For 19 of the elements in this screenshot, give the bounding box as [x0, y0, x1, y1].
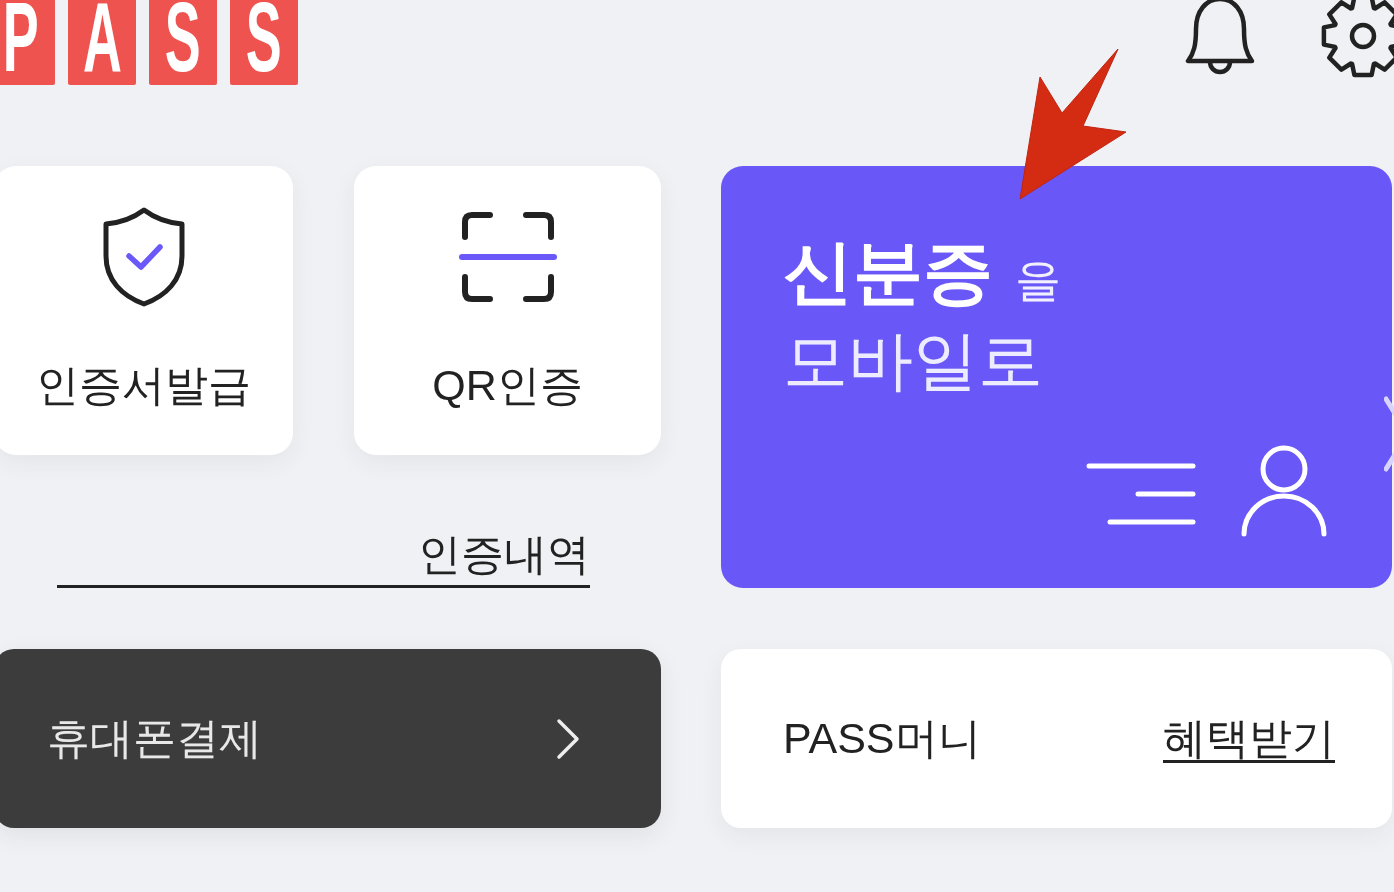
scan-frame-icon — [457, 211, 558, 303]
logo-letter: S — [149, 0, 217, 85]
id-card-title-suffix: 을 — [1015, 253, 1061, 308]
pass-money-label: PASS머니 — [783, 712, 981, 764]
chevron-right-icon[interactable] — [1384, 396, 1394, 472]
logo-letter: P — [0, 0, 55, 85]
benefits-link[interactable]: 혜택받기 — [1163, 712, 1335, 765]
chevron-right-icon — [555, 717, 581, 760]
settings-icon[interactable] — [1320, 0, 1394, 79]
id-card-title: 신분증 — [783, 232, 993, 313]
action-tile[interactable]: 인증서발급 — [0, 166, 293, 455]
person-icon — [1241, 444, 1327, 538]
phone-payment-button[interactable]: 휴대폰결제 — [0, 649, 661, 828]
logo-letter: A — [68, 0, 136, 85]
menu-lines-icon — [1086, 462, 1196, 526]
logo-letter: S — [230, 0, 298, 85]
history-link[interactable]: 인증내역 — [418, 529, 590, 585]
id-card-subtitle: 모바일로 — [783, 323, 1043, 399]
action-tile[interactable]: QR인증 — [354, 166, 661, 455]
